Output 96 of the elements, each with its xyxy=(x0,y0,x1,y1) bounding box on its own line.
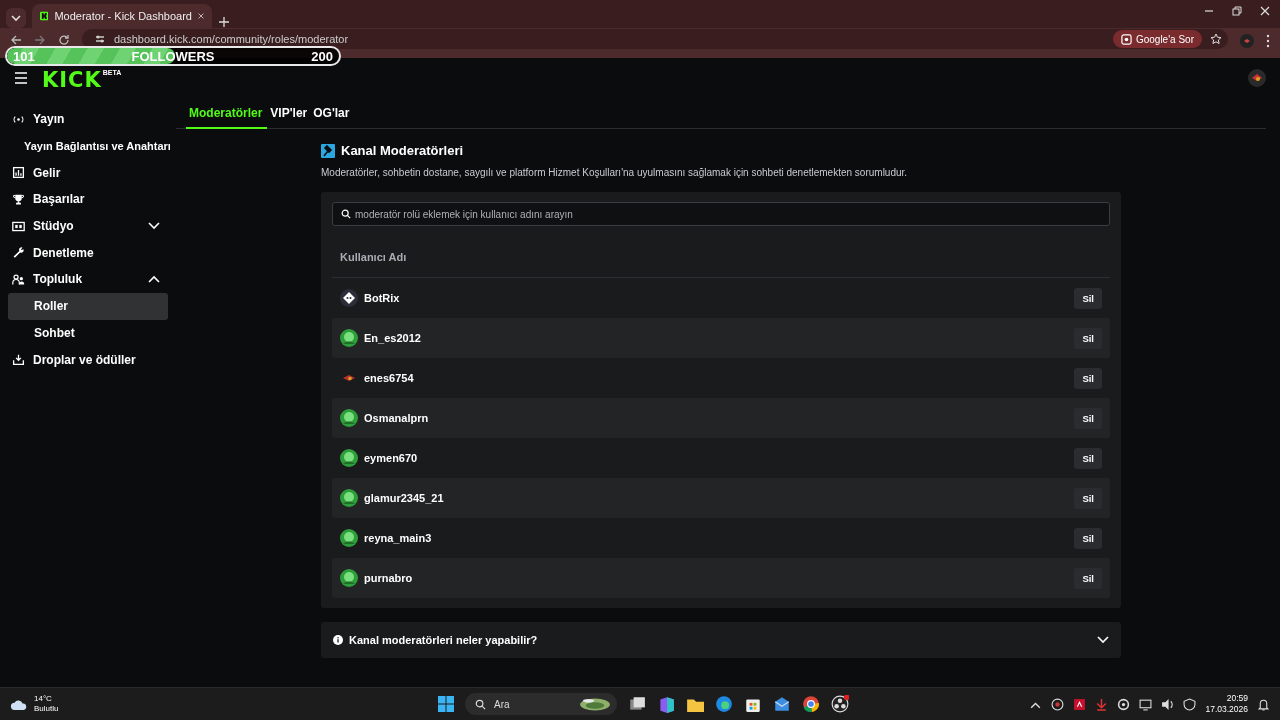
avatar-icon xyxy=(340,409,358,427)
task-view-icon[interactable] xyxy=(628,695,646,713)
username: eymen670 xyxy=(364,452,419,464)
avatar-icon xyxy=(340,329,358,347)
tab-list-icon[interactable] xyxy=(6,8,26,28)
avatar-icon xyxy=(340,529,358,547)
avatar-icon xyxy=(340,569,358,587)
taskbar-search[interactable]: Ara xyxy=(465,693,617,715)
sidebar-item[interactable]: Sohbet xyxy=(8,319,168,347)
bookmark-star-icon[interactable] xyxy=(1210,33,1222,45)
kick-logo[interactable]: KICK xyxy=(42,69,102,91)
film-icon xyxy=(12,219,25,233)
goal-current: 101 xyxy=(13,48,35,64)
sidebar-item[interactable]: Roller xyxy=(8,292,168,320)
download-arrow-icon[interactable] xyxy=(1095,697,1109,711)
site-logo-icon xyxy=(40,9,49,23)
avatar-icon xyxy=(340,289,358,307)
remove-button[interactable]: Sil xyxy=(1074,287,1102,309)
username: reyna_main3 xyxy=(364,532,433,544)
ask-google-button[interactable]: Google'a Sor xyxy=(1112,30,1202,48)
remove-button[interactable]: Sil xyxy=(1074,487,1102,509)
avatar-icon xyxy=(343,375,355,381)
username: glamur2345_21 xyxy=(364,492,445,504)
remove-button[interactable]: Sil xyxy=(1074,567,1102,589)
download-tray-icon xyxy=(12,353,25,367)
avatar-icon xyxy=(340,489,358,507)
sidebar-item[interactable]: Başarılar xyxy=(0,186,168,213)
faq-accordion[interactable]: Kanal moderatörleri neler yapabilir? xyxy=(321,622,1121,658)
username: En_es2012 xyxy=(364,332,422,344)
info-icon xyxy=(333,635,343,645)
landscape-icon xyxy=(579,697,611,711)
username: BotRix xyxy=(364,292,401,304)
windows-start-icon[interactable] xyxy=(438,696,454,712)
username: purnabro xyxy=(364,572,414,584)
sidebar-item[interactable]: Yayın xyxy=(0,106,168,133)
back-icon[interactable] xyxy=(10,34,22,46)
search-icon xyxy=(475,698,486,710)
bar-chart-icon xyxy=(12,166,25,180)
temperature: 14°C xyxy=(34,694,53,704)
clock[interactable]: 20:59 17.03.2026 xyxy=(1205,692,1248,716)
browser-tab[interactable]: Moderator - Kick Dashboard xyxy=(32,4,212,28)
tab-title: Moderator - Kick Dashboard xyxy=(54,10,192,22)
url-text: dashboard.kick.com/community/roles/moderator xyxy=(114,33,350,45)
notification-bell-icon[interactable] xyxy=(1257,697,1270,711)
site-info-icon[interactable] xyxy=(94,33,106,45)
more-menu-icon[interactable] xyxy=(1266,34,1270,48)
office-icon[interactable] xyxy=(657,695,675,713)
profile-avatar-icon[interactable] xyxy=(1240,34,1254,48)
user-avatar-icon[interactable] xyxy=(1248,69,1266,87)
remove-button[interactable]: Sil xyxy=(1074,527,1102,549)
sidebar-item[interactable]: Gelir xyxy=(0,159,168,187)
wrench-icon xyxy=(12,246,25,260)
sidebar-item[interactable]: Topluluk xyxy=(0,266,168,293)
close-icon[interactable] xyxy=(198,11,204,21)
amd-icon[interactable] xyxy=(1073,697,1087,711)
obs-tray-icon[interactable] xyxy=(1051,697,1065,711)
goal-target: 200 xyxy=(311,48,333,64)
tab[interactable]: VIP'ler xyxy=(267,100,311,129)
trophy-icon xyxy=(12,192,25,206)
avatar-icon xyxy=(340,449,358,467)
close-icon[interactable] xyxy=(1260,6,1270,16)
monitor-icon[interactable] xyxy=(1139,697,1153,711)
restore-icon[interactable] xyxy=(1232,6,1242,16)
column-header: Kullanıcı Adı xyxy=(332,226,1110,278)
forward-icon[interactable] xyxy=(34,34,46,46)
sidebar-item[interactable]: Yayın Bağlantısı ve Anahtarı xyxy=(0,132,176,160)
remove-button[interactable]: Sil xyxy=(1074,407,1102,429)
speaker-icon[interactable] xyxy=(1161,697,1175,711)
menu-icon[interactable] xyxy=(14,72,28,84)
remove-button[interactable]: Sil xyxy=(1074,327,1102,349)
address-bar[interactable]: dashboard.kick.com/community/roles/moderator Google'a Sor xyxy=(82,29,1228,49)
sidebar-item[interactable]: Droplar ve ödüller xyxy=(0,346,168,373)
cloud-icon[interactable] xyxy=(10,698,28,710)
sidebar-item[interactable]: Stüdyo xyxy=(0,212,168,240)
sidebar-item[interactable]: Denetleme xyxy=(0,239,168,267)
tab[interactable]: OG'lar xyxy=(310,100,353,129)
weather-text: Bulutlu xyxy=(34,704,59,714)
mail-icon[interactable] xyxy=(773,695,791,713)
remove-button[interactable]: Sil xyxy=(1074,447,1102,469)
new-tab-icon[interactable] xyxy=(218,16,230,28)
settings-icon[interactable] xyxy=(1117,697,1131,711)
obs-icon[interactable] xyxy=(831,695,849,713)
remove-button[interactable]: Sil xyxy=(1074,367,1102,389)
section-description: Moderatörler, sohbetin dostane, saygılı ve platform Hizmet Koşulları'na uyulmasını sağlamak için sohbeti denetlemekten sorumludur. xyxy=(321,167,909,178)
username: enes6754 xyxy=(364,372,415,384)
username: Osmanalprn xyxy=(364,412,430,424)
reload-icon[interactable] xyxy=(58,34,70,46)
chrome-icon[interactable] xyxy=(802,695,820,713)
section-title: Kanal Moderatörleri xyxy=(341,143,464,158)
tab[interactable]: Moderatörler xyxy=(186,100,268,129)
edge-browser-icon[interactable] xyxy=(715,695,733,713)
users-icon xyxy=(12,272,25,286)
lens-icon xyxy=(1120,33,1132,45)
shield-icon[interactable] xyxy=(1183,697,1197,711)
gavel-icon xyxy=(321,143,335,158)
search-field[interactable]: moderatör rolü eklemek için kullanıcı adını arayın xyxy=(332,202,1110,226)
